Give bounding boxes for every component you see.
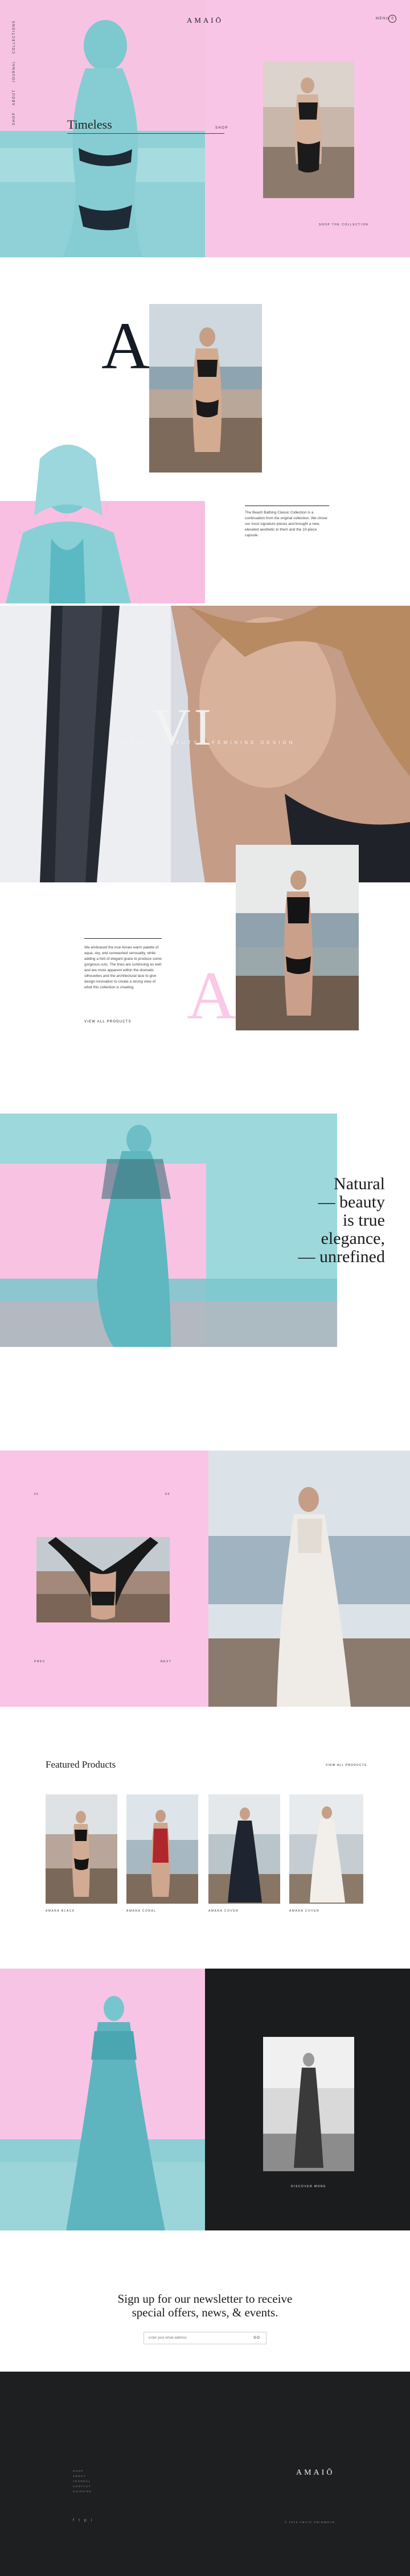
banner-tagline: TIMELESS BEAUTY · FEMININE DESIGN (114, 740, 296, 745)
newsletter-heading: Sign up for our newsletter to receive sp… (0, 2292, 410, 2319)
story-paragraph: The Beach Bathing Classic Collection is … (245, 511, 327, 537)
footer-copyright: © 2018 AMAIO SWIMWEAR (285, 2521, 335, 2524)
brand-logo[interactable]: AMAIŌ (0, 16, 410, 25)
footer-link-shipping[interactable]: SHIPPING (73, 2490, 92, 2493)
footer-links: SHOP ABOUT JOURNAL CONTACT SHIPPING (73, 2470, 92, 2493)
quote-text: Natural — beauty is true elegance, — unr… (260, 1175, 385, 1266)
product-card-1[interactable] (46, 1794, 117, 1904)
quote-line-2: — beauty (318, 1193, 385, 1211)
featured-view-all-link[interactable]: VIEW ALL PRODUCTS (326, 1764, 367, 1767)
hero-title: Timeless (67, 117, 112, 132)
newsletter-heading-line-2: special offers, news, & events. (132, 2306, 278, 2319)
quote-line-4: elegance, (321, 1229, 385, 1248)
embrace-view-all-link[interactable]: VIEW ALL PRODUCTS (84, 1020, 132, 1024)
gallery-index-left: 01 (34, 1493, 39, 1496)
vertical-nav: SHOP ABOUT JOURNAL COLLECTIONS (13, 20, 19, 125)
story-portrait (0, 425, 171, 603)
newsletter-submit-button[interactable]: GO (248, 2336, 266, 2340)
product-name-2[interactable]: AMARA CORAL (126, 1909, 157, 1913)
nav-item-shop[interactable]: SHOP (13, 112, 16, 125)
product-card-4[interactable] (289, 1794, 363, 1904)
footer-logo[interactable]: AMAIŌ (296, 2468, 334, 2478)
product-name-3[interactable]: AMARA COVER (208, 1909, 239, 1913)
facebook-icon[interactable]: f (73, 2519, 74, 2522)
footer-link-shop[interactable]: SHOP (73, 2470, 92, 2472)
footer-link-journal[interactable]: JOURNAL (73, 2480, 92, 2483)
footer-link-contact[interactable]: CONTACT (73, 2485, 92, 2488)
lookbook-caption[interactable]: DISCOVER MORE (263, 2185, 354, 2188)
embrace-photo (236, 845, 359, 1030)
embrace-rule (84, 938, 162, 939)
cart-count: 0 (391, 17, 393, 20)
featured-title: Featured Products (46, 1759, 116, 1770)
gallery-thumb-photo[interactable] (36, 1537, 170, 1622)
footer (0, 2372, 410, 2576)
menu-button[interactable]: MENU (376, 17, 390, 20)
product-name-1[interactable]: AMARA BLACK (46, 1909, 75, 1913)
newsletter-heading-line-1: Sign up for our newsletter to receive (117, 2292, 293, 2306)
product-card-2[interactable] (126, 1794, 198, 1904)
banner-big-letters: VI (153, 698, 215, 756)
instagram-icon[interactable]: i (91, 2519, 92, 2522)
hero-caption[interactable]: SHOP THE COLLECTION (319, 223, 368, 227)
nav-item-journal[interactable]: JOURNAL (13, 60, 16, 83)
product-card-3[interactable] (208, 1794, 280, 1904)
quote-line-3: is true (342, 1211, 385, 1230)
cart-icon[interactable]: 0 (388, 15, 396, 23)
footer-socials: f t p i (73, 2519, 92, 2522)
product-name-4[interactable]: AMARA COVER (289, 1909, 319, 1913)
newsletter-form: GO (144, 2332, 266, 2344)
gallery-next-button[interactable]: NEXT (161, 1660, 171, 1663)
embrace-faint-letter: A (187, 958, 236, 1033)
hero-title-rule (67, 133, 224, 134)
nav-item-collections[interactable]: COLLECTIONS (13, 20, 16, 54)
quote-line-5: — unrefined (298, 1247, 385, 1266)
hero-product-photo[interactable] (263, 61, 354, 198)
gallery-index-right: 04 (165, 1493, 170, 1496)
nav-item-about[interactable]: ABOUT (13, 89, 16, 105)
gallery-prev-button[interactable]: PREV (34, 1660, 46, 1663)
hero-shop-link[interactable]: SHOP (215, 126, 228, 130)
footer-link-about[interactable]: ABOUT (73, 2475, 92, 2478)
lookbook-right-photo[interactable] (263, 2037, 354, 2171)
embrace-paragraph: We embraced the true Amaio warm palette … (84, 946, 162, 989)
pinterest-icon[interactable]: p (84, 2519, 87, 2522)
story-big-letter: A (101, 309, 150, 383)
quote-line-1: Natural (334, 1174, 385, 1193)
twitter-icon[interactable]: t (79, 2519, 80, 2522)
newsletter-email-input[interactable] (144, 2336, 248, 2340)
gallery-main-photo (208, 1451, 410, 1707)
lookbook-left-photo (0, 1969, 205, 2230)
